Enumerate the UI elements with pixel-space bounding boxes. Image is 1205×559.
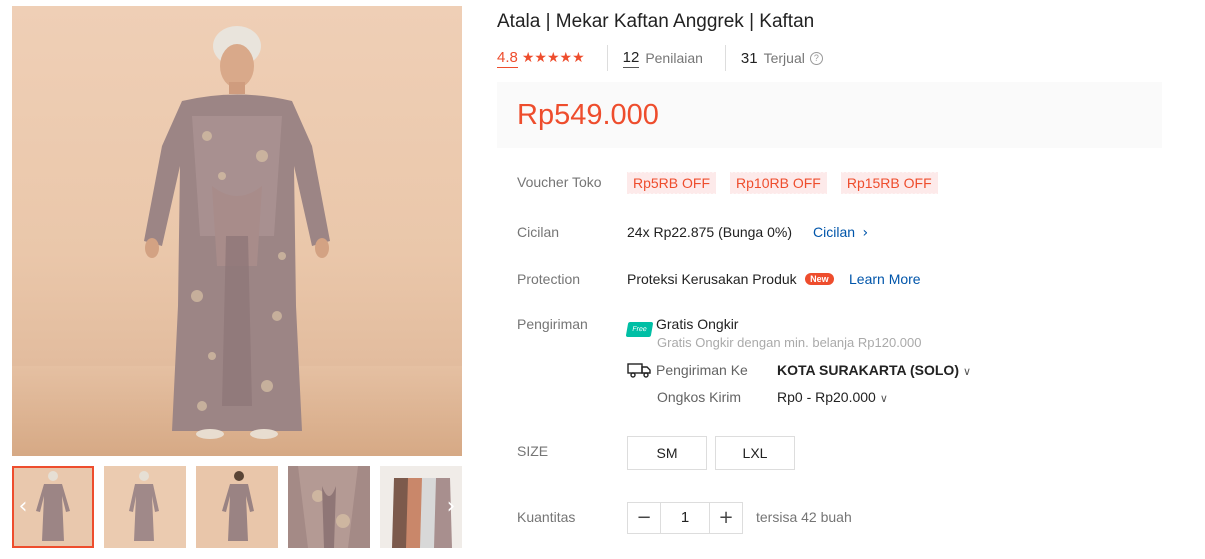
protection-value-row: Proteksi Kerusakan Produk New (627, 271, 834, 289)
price-box: Rp549.000 (497, 82, 1162, 148)
star-rating-icon: ★★★★★ (521, 50, 585, 66)
thumbnail-4[interactable] (288, 466, 370, 548)
quantity-stepper: − 1 + (627, 502, 743, 534)
sold-count: 31 (740, 49, 758, 67)
shipping-cost-label: Ongkos Kirim (657, 389, 742, 405)
new-badge: New (805, 273, 834, 285)
rating-value[interactable]: 4.8 (497, 49, 518, 68)
protection-value: Proteksi Kerusakan Produk (627, 271, 797, 287)
shipping-cost-value: Rp0 - Rp20.000 (777, 389, 876, 405)
free-shipping-row: Free Gratis Ongkir (625, 316, 739, 337)
sold-label: Terjual (763, 50, 805, 66)
thumbnail-strip: ‹ › (12, 466, 462, 548)
chevron-right-icon: › (862, 225, 869, 241)
size-option-sm[interactable]: SM (627, 436, 707, 470)
installment-link-label: Cicilan (813, 224, 856, 240)
installment-link[interactable]: Cicilan › (813, 224, 868, 242)
help-icon[interactable]: ? (809, 51, 823, 65)
ship-to-selector[interactable]: KOTA SURAKARTA (SOLO) ∨ (777, 362, 971, 380)
installment-value: 24x Rp22.875 (Bunga 0%) (627, 224, 792, 240)
chevron-down-icon: ∨ (879, 392, 888, 405)
ship-to-label: Pengiriman Ke (656, 362, 748, 378)
shipping-label: Pengiriman (517, 316, 588, 332)
ship-to-row: Pengiriman Ke (627, 362, 748, 380)
thumbnail-3[interactable] (196, 466, 278, 548)
gallery-next-button[interactable]: › (440, 492, 462, 522)
decrease-quantity-button[interactable]: − (628, 503, 660, 533)
learn-more-link[interactable]: Learn More (849, 271, 921, 287)
truck-icon (627, 363, 651, 378)
main-product-image[interactable] (12, 6, 462, 456)
voucher-chip[interactable]: Rp15RB OFF (840, 171, 938, 194)
voucher-label: Voucher Toko (517, 174, 602, 190)
voucher-chip[interactable]: Rp10RB OFF (730, 171, 827, 194)
product-gallery: ‹ › (12, 6, 462, 548)
product-price: Rp549.000 (517, 99, 659, 131)
stock-remaining: tersisa 42 buah (756, 509, 852, 525)
model-figure (144, 26, 330, 439)
gallery-prev-button[interactable]: ‹ (12, 492, 34, 522)
product-title: Atala | Mekar Kaftan Anggrek | Kaftan (497, 11, 815, 32)
free-shipping-title: Gratis Ongkir (656, 316, 739, 332)
rating-row: 4.8 ★★★★★ 12 Penilaian 31 Terjual ? (497, 45, 823, 71)
chevron-down-icon: ∨ (962, 365, 972, 378)
quantity-label: Kuantitas (517, 509, 576, 525)
free-shipping-icon: Free (625, 322, 654, 337)
ship-to-value: KOTA SURAKARTA (SOLO) (777, 362, 959, 378)
increase-quantity-button[interactable]: + (710, 503, 742, 533)
voucher-list: Rp5RB OFF Rp10RB OFF Rp15RB OFF (627, 171, 938, 194)
thumbnail-2[interactable] (104, 466, 186, 548)
quantity-input[interactable]: 1 (660, 503, 710, 533)
voucher-chip[interactable]: Rp5RB OFF (627, 171, 717, 194)
reviews-label: Penilaian (645, 50, 703, 66)
protection-label: Protection (517, 271, 581, 287)
installment-label: Cicilan (517, 224, 560, 240)
divider (724, 45, 726, 71)
size-option-lxl[interactable]: LXL (715, 436, 795, 470)
reviews-count[interactable]: 12 (622, 49, 640, 68)
shipping-cost-selector[interactable]: Rp0 - Rp20.000 ∨ (777, 389, 888, 407)
free-shipping-desc: Gratis Ongkir dengan min. belanja Rp120.… (657, 335, 922, 350)
size-label: SIZE (517, 443, 549, 459)
divider (606, 45, 608, 71)
